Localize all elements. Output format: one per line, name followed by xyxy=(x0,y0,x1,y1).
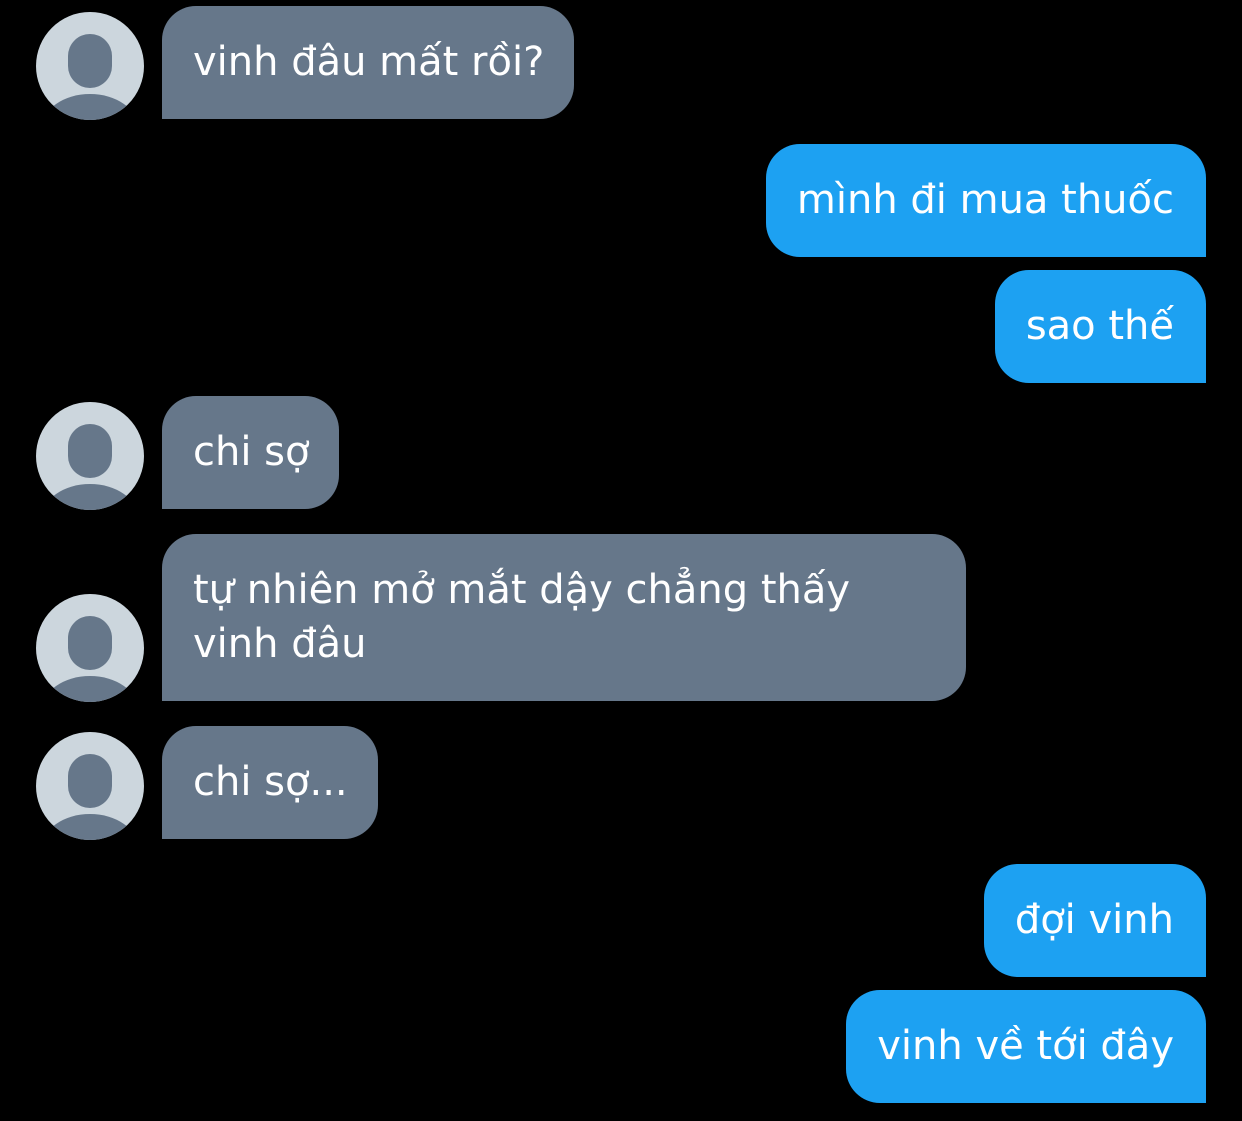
message-text-line: tự nhiên mở mắt dậy chẳng thấy xyxy=(193,567,851,613)
sender-avatar[interactable] xyxy=(36,402,144,510)
default-profile-icon xyxy=(43,754,137,840)
default-profile-icon xyxy=(43,34,137,120)
sender-avatar[interactable] xyxy=(36,12,144,120)
outgoing-message[interactable]: vinh về tới đây xyxy=(846,990,1206,1103)
outgoing-message[interactable]: mình đi mua thuốc xyxy=(765,144,1206,257)
sender-avatar[interactable] xyxy=(36,594,144,702)
message-text: vinh đâu mất rồi? xyxy=(193,39,545,85)
outgoing-message[interactable]: sao thế xyxy=(994,270,1206,383)
message-text: chi sợ... xyxy=(193,759,348,805)
incoming-message[interactable]: vinh đâu mất rồi? xyxy=(162,6,575,119)
incoming-message[interactable]: tự nhiên mở mắt dậy chẳng thấy vinh đâu xyxy=(162,534,966,701)
sender-avatar[interactable] xyxy=(36,732,144,840)
message-text: chi sợ xyxy=(193,429,310,475)
message-text: sao thế xyxy=(1025,303,1174,349)
message-text-line: vinh đâu xyxy=(193,621,367,667)
message-text: mình đi mua thuốc xyxy=(796,177,1174,223)
message-text: đợi vinh xyxy=(1014,897,1174,943)
message-thread: vinh đâu mất rồi? mình đi mua thuốc sao … xyxy=(0,0,1242,1121)
default-profile-icon xyxy=(43,616,137,702)
message-text: vinh về tới đây xyxy=(877,1023,1174,1069)
default-profile-icon xyxy=(43,424,137,510)
incoming-message[interactable]: chi sợ xyxy=(162,396,340,509)
incoming-message[interactable]: chi sợ... xyxy=(162,726,378,839)
outgoing-message[interactable]: đợi vinh xyxy=(983,864,1206,977)
